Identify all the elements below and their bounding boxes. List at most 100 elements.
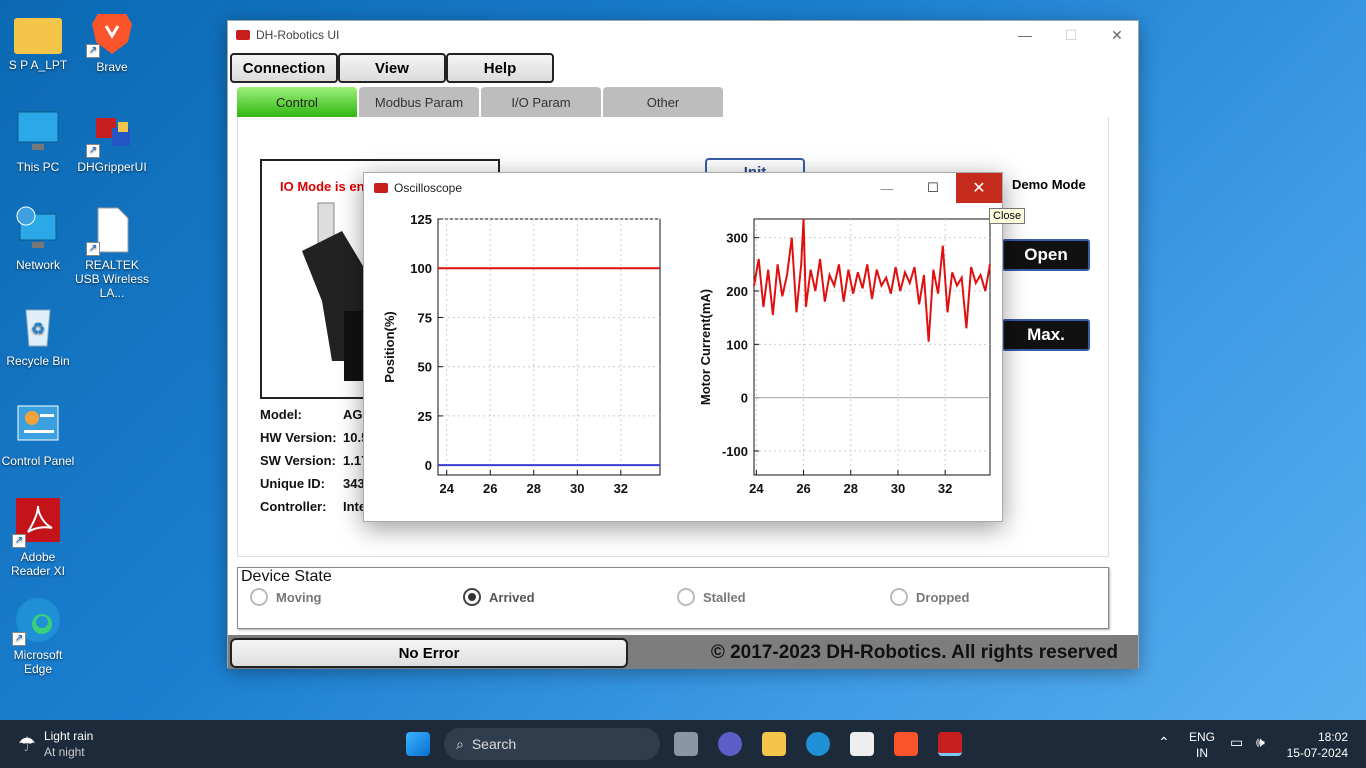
folder-icon [14, 18, 62, 54]
adobe-reader-icon: ↗ [12, 498, 62, 548]
radio-moving[interactable]: Moving [250, 588, 322, 606]
controller-label: Controller: [260, 499, 327, 514]
radio-stalled[interactable]: Stalled [677, 588, 746, 606]
language-indicator[interactable]: ENG IN [1189, 729, 1215, 761]
brave-taskbar-icon[interactable] [894, 732, 918, 756]
menu-bar: Connection View Help [230, 53, 554, 83]
y-tick-label: 125 [410, 212, 432, 227]
y-tick-label: 25 [418, 409, 432, 424]
y-tick-label: 100 [410, 261, 432, 276]
desktop-icon-brave[interactable]: ↗ Brave [74, 8, 150, 74]
brave-icon: ↗ [86, 8, 136, 58]
chevron-up-icon[interactable]: ⌃ [1158, 734, 1170, 751]
radio-circle-icon [250, 588, 268, 606]
y-tick-label: 300 [726, 231, 748, 246]
document-icon: ↗ [86, 206, 136, 256]
menu-help[interactable]: Help [446, 53, 554, 83]
desktop-icon-recycle-bin[interactable]: ♻ Recycle Bin [0, 302, 76, 368]
desktop-icon-label: Control Panel [1, 454, 75, 468]
demo-mode-label: Demo Mode [1012, 177, 1086, 192]
volume-icon[interactable]: 🕪 [1256, 734, 1265, 751]
sw-version-label: SW Version: [260, 453, 336, 468]
time: 18:02 [1317, 730, 1348, 744]
recycle-bin-icon: ♻ [14, 302, 62, 350]
max-button[interactable]: Max. [1002, 319, 1090, 351]
edge-taskbar-icon[interactable] [806, 732, 830, 756]
rain-icon: ☂ [18, 733, 36, 756]
display-icon[interactable]: ▭ [1230, 734, 1243, 751]
desktop-icon-edge[interactable]: ↗ Microsoft Edge [0, 596, 76, 676]
copyright-text: © 2017-2023 DH-Robotics. All rights rese… [710, 642, 1118, 663]
weather-widget[interactable]: ☂ Light rain At night [18, 728, 93, 760]
taskbar-search[interactable]: ⌕ Search [444, 728, 660, 760]
tab-other[interactable]: Other [603, 87, 723, 117]
teams-icon[interactable] [718, 732, 742, 756]
tab-control[interactable]: Control [237, 87, 357, 117]
x-tick-label: 28 [844, 481, 858, 496]
desktop-icon-network[interactable]: Network [0, 206, 76, 272]
store-icon[interactable] [850, 732, 874, 756]
y-tick-label: 100 [726, 337, 748, 352]
x-tick-label: 32 [614, 481, 628, 496]
control-panel-icon [14, 402, 62, 450]
hw-version-label: HW Version: [260, 430, 337, 445]
radio-label: Arrived [489, 589, 535, 605]
radio-selected-icon [463, 588, 481, 606]
desktop-icon-control-panel[interactable]: Control Panel [0, 402, 76, 468]
start-icon[interactable] [406, 732, 430, 756]
osc-maximize-button[interactable]: ☐ [910, 173, 956, 203]
oscilloscope-title: Oscilloscope [394, 181, 463, 195]
taskbar: ☂ Light rain At night ⌕ Search ⌃ ENG IN … [0, 720, 1366, 768]
desktop-icon-label: S P A_LPT [8, 58, 68, 72]
x-tick-label: 28 [527, 481, 541, 496]
y-tick-label: 50 [418, 360, 432, 375]
network-icon [14, 206, 62, 254]
dh-robotics-taskbar-icon[interactable] [938, 732, 962, 756]
x-tick-label: 26 [796, 481, 810, 496]
monitor-icon [14, 108, 62, 156]
desktop-icon-label: Adobe Reader XI [10, 550, 66, 578]
unique-id-label: Unique ID: [260, 476, 325, 491]
desktop-icon-dhgripperui[interactable]: ↗ DHGripperUI [74, 108, 150, 174]
osc-close-button[interactable]: ✕ [956, 173, 1002, 203]
oscilloscope-window: Oscilloscope — ☐ ✕ 24 26 28 30 32 0 25 50 75 100 1… [363, 172, 1003, 522]
tab-modbus-param[interactable]: Modbus Param [359, 87, 479, 117]
maximize-button[interactable]: ☐ [1048, 21, 1094, 49]
radio-dropped[interactable]: Dropped [890, 588, 969, 606]
y-axis-label: Position(%) [382, 311, 397, 383]
desktop-icon-label: REALTEK USB Wireless LA... [74, 258, 149, 300]
x-tick-label: 24 [439, 481, 454, 496]
osc-minimize-button[interactable]: — [864, 173, 910, 203]
minimize-button[interactable]: — [1002, 21, 1048, 49]
desktop-icon-adobe-reader[interactable]: ↗ Adobe Reader XI [0, 498, 76, 578]
app-logo-icon [236, 30, 250, 40]
menu-connection[interactable]: Connection [230, 53, 338, 83]
clock[interactable]: 18:02 15-07-2024 [1284, 729, 1348, 761]
desktop-icon-label: Microsoft Edge [13, 648, 63, 676]
radio-label: Dropped [916, 589, 970, 605]
y-tick-label: 0 [741, 391, 748, 406]
x-tick-label: 30 [891, 481, 905, 496]
language-code: ENG [1189, 730, 1216, 744]
x-tick-label: 32 [938, 481, 952, 496]
desktop-icon-this-pc[interactable]: This PC [0, 108, 76, 174]
shortcut-arrow-icon: ↗ [86, 44, 100, 58]
device-state-title: Device State [241, 568, 332, 585]
model-value: AG [343, 407, 363, 422]
file-explorer-icon[interactable] [762, 732, 786, 756]
menu-view[interactable]: View [338, 53, 446, 83]
tab-bar: Control Modbus Param I/O Param Other [237, 87, 723, 117]
radio-label: Stalled [703, 589, 746, 605]
close-window-button[interactable]: ✕ [1094, 21, 1140, 49]
task-view-icon[interactable] [674, 732, 698, 756]
unique-id-value: 343 [343, 476, 365, 491]
desktop-icon-realtek[interactable]: ↗ REALTEK USB Wireless LA... [74, 206, 150, 300]
device-info: Model: AG HW Version: 10.5 SW Version: 1.17… [260, 407, 368, 522]
desktop-icon-label: Brave [96, 60, 128, 74]
radio-arrived[interactable]: Arrived [463, 588, 535, 606]
radio-circle-icon [890, 588, 908, 606]
desktop-icon-folder[interactable]: S P A_LPT [0, 12, 76, 72]
window-title: DH-Robotics UI [256, 28, 340, 42]
tab-io-param[interactable]: I/O Param [481, 87, 601, 117]
open-button[interactable]: Open [1002, 239, 1090, 271]
